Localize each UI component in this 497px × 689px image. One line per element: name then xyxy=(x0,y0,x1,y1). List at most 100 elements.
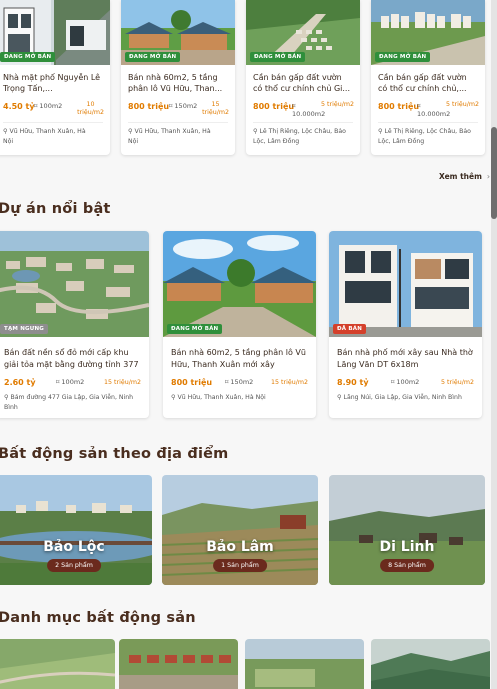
listing-price-per-m2-unit: triệu/m2 xyxy=(202,109,229,116)
listing-location-cont: Nội xyxy=(3,138,13,145)
scrollbar-track[interactable] xyxy=(491,0,497,689)
project-title[interactable]: Bán nhà 60m2, 5 tầng phân lô Vũ Hữu, Tha… xyxy=(163,337,316,372)
project-price-per-m2: 15 triệu/m2 xyxy=(104,379,141,387)
map-pin-icon: ⚲ xyxy=(378,128,383,135)
location-name: Di Linh xyxy=(329,539,485,555)
listing-location-cont: Lộc, Lâm Đồng xyxy=(253,138,299,145)
category-image xyxy=(119,639,238,689)
area-icon: ⌑ xyxy=(391,378,394,386)
status-badge: ĐANG MỞ BÁN xyxy=(0,52,55,62)
project-image[interactable]: ĐÃ BÁN xyxy=(329,231,482,337)
category-card[interactable] xyxy=(371,639,490,689)
status-badge: ĐANG MỞ BÁN xyxy=(250,52,305,62)
location-count: 1 Sản phẩm xyxy=(213,559,267,572)
category-image xyxy=(371,639,490,689)
project-price-per-m2: 15 triệu/m2 xyxy=(271,379,308,387)
project-location: Vũ Hữu, Thanh Xuân, Hà Nội xyxy=(178,394,266,401)
location-card[interactable]: Di Linh 8 Sản phẩm xyxy=(329,475,485,585)
section-title-by-location: Bất động sản theo địa điểm xyxy=(0,446,228,462)
status-badge: ĐANG MỞ BÁN xyxy=(125,52,180,62)
project-title[interactable]: Bán đất nền sổ đỏ mới cấp khu giải tỏa m… xyxy=(0,337,149,372)
listing-location: Lê Thị Riêng, Lộc Châu, Bảo xyxy=(385,128,471,135)
listing-card[interactable]: ĐANG MỞ BÁN Cần bán gấp đất vườn có thổ … xyxy=(371,0,485,155)
project-area: 100m2 xyxy=(396,378,419,386)
status-badge: ĐANG MỞ BÁN xyxy=(375,52,430,62)
project-area: 100m2 xyxy=(61,378,84,386)
category-image xyxy=(0,639,115,689)
listing-area: 100m2 xyxy=(39,102,62,110)
listing-area: 10.000m2 xyxy=(417,110,450,118)
scrollbar-thumb[interactable] xyxy=(491,127,497,219)
project-price: 800 triệu xyxy=(171,378,212,387)
listing-price-per-m2: 5 triệu/m2 xyxy=(321,101,354,109)
project-location: Lăng Núi, Gia Lập, Gia Viễn, Ninh Bình xyxy=(344,394,462,401)
listing-title[interactable]: Cần bán gấp đất vườn có thổ cư chính chủ… xyxy=(371,65,485,98)
location-name: Bảo Lâm xyxy=(162,539,318,555)
project-card[interactable]: ĐANG MỞ BÁN Bán nhà 60m2, 5 tầng phân lô… xyxy=(163,231,316,418)
listing-image[interactable]: ĐANG MỞ BÁN xyxy=(371,0,485,65)
listing-price-per-m2: 15 xyxy=(212,101,220,108)
listing-title[interactable]: Nhà mặt phố Nguyễn Lê Trọng Tấn,... xyxy=(0,65,110,98)
listing-title[interactable]: Cần bán gấp đất vườn có thổ cư chính chủ… xyxy=(246,65,360,98)
listing-image[interactable]: ĐANG MỞ BÁN xyxy=(0,0,110,65)
section-title-categories: Danh mục bất động sản xyxy=(0,610,196,626)
listing-price-per-m2: 10 xyxy=(87,101,95,108)
area-icon: ⌑ xyxy=(417,102,420,110)
project-image[interactable]: TẠM NGƯNG xyxy=(0,231,149,337)
listing-price: 4.50 tỷ xyxy=(3,102,35,111)
location-name: Bảo Lộc xyxy=(0,539,152,555)
category-card[interactable] xyxy=(119,639,238,689)
location-card[interactable]: Bảo Lộc 2 Sản phẩm xyxy=(0,475,152,585)
category-card[interactable] xyxy=(245,639,364,689)
listing-area: 10.000m2 xyxy=(292,110,325,118)
category-image xyxy=(245,639,364,689)
project-price: 8.90 tỷ xyxy=(337,378,369,387)
project-area: 150m2 xyxy=(230,378,253,386)
area-icon: ⌑ xyxy=(34,102,37,110)
area-icon: ⌑ xyxy=(292,102,295,110)
status-badge: ĐANG MỞ BÁN xyxy=(167,324,222,334)
project-card[interactable]: ĐÃ BÁN Bán nhà phố mới xây sau Nhà thờ L… xyxy=(329,231,482,418)
map-pin-icon: ⚲ xyxy=(3,128,8,135)
listing-title[interactable]: Bán nhà 60m2, 5 tầng phân lô Vũ Hữu, Tha… xyxy=(121,65,235,98)
map-pin-icon: ⚲ xyxy=(128,128,133,135)
listing-card[interactable]: ĐANG MỞ BÁN Bán nhà 60m2, 5 tầng phân lô… xyxy=(121,0,235,155)
map-pin-icon: ⚲ xyxy=(253,128,258,135)
project-title[interactable]: Bán nhà phố mới xây sau Nhà thờ Lăng Văn… xyxy=(329,337,482,372)
status-badge: ĐÃ BÁN xyxy=(333,324,366,334)
project-price: 2.60 tỷ xyxy=(4,378,36,387)
location-count: 8 Sản phẩm xyxy=(380,559,434,572)
listing-location-cont: Lộc, Lâm Đồng xyxy=(378,138,424,145)
section-title-featured: Dự án nổi bật xyxy=(0,201,111,217)
listing-price-per-m2: 5 triệu/m2 xyxy=(446,101,479,109)
listing-image[interactable]: ĐANG MỞ BÁN xyxy=(121,0,235,65)
project-location-cont: Bình xyxy=(4,404,18,411)
listing-price-per-m2-unit: triệu/m2 xyxy=(77,109,104,116)
listing-location: Vũ Hữu, Thanh Xuân, Hà xyxy=(135,128,211,135)
listing-location: Vũ Hữu, Thanh Xuân, Hà xyxy=(10,128,86,135)
listing-image[interactable]: ĐANG MỞ BÁN xyxy=(246,0,360,65)
listing-card[interactable]: ĐANG MỞ BÁN Nhà mặt phố Nguyễn Lê Trọng … xyxy=(0,0,110,155)
listing-card[interactable]: ĐANG MỞ BÁN Cần bán gấp đất vườn có thổ … xyxy=(246,0,360,155)
see-more-label: Xem thêm xyxy=(439,172,482,181)
category-card[interactable] xyxy=(0,639,115,689)
map-pin-icon: ⚲ xyxy=(337,394,342,401)
location-count: 2 Sản phẩm xyxy=(47,559,101,572)
chevron-right-icon: › xyxy=(487,172,490,181)
project-price-per-m2: 5 triệu/m2 xyxy=(441,379,474,387)
area-icon: ⌑ xyxy=(225,378,228,386)
top-listings-row: ĐANG MỞ BÁN Nhà mặt phố Nguyễn Lê Trọng … xyxy=(0,0,497,160)
project-card[interactable]: TẠM NGƯNG Bán đất nền sổ đỏ mới cấp khu … xyxy=(0,231,149,418)
see-more-link[interactable]: Xem thêm › xyxy=(439,172,490,181)
area-icon: ⌑ xyxy=(169,102,172,110)
listing-price: 800 triệu xyxy=(253,102,294,111)
listing-price: 800 triệu xyxy=(378,102,419,111)
listing-area: 150m2 xyxy=(174,102,197,110)
map-pin-icon: ⚲ xyxy=(171,394,176,401)
status-badge: TẠM NGƯNG xyxy=(0,324,48,334)
project-image[interactable]: ĐANG MỞ BÁN xyxy=(163,231,316,337)
location-card[interactable]: Bảo Lâm 1 Sản phẩm xyxy=(162,475,318,585)
listing-price: 800 triệu xyxy=(128,102,169,111)
map-pin-icon: ⚲ xyxy=(4,394,9,401)
listing-location: Lê Thị Riêng, Lộc Châu, Bảo xyxy=(260,128,346,135)
